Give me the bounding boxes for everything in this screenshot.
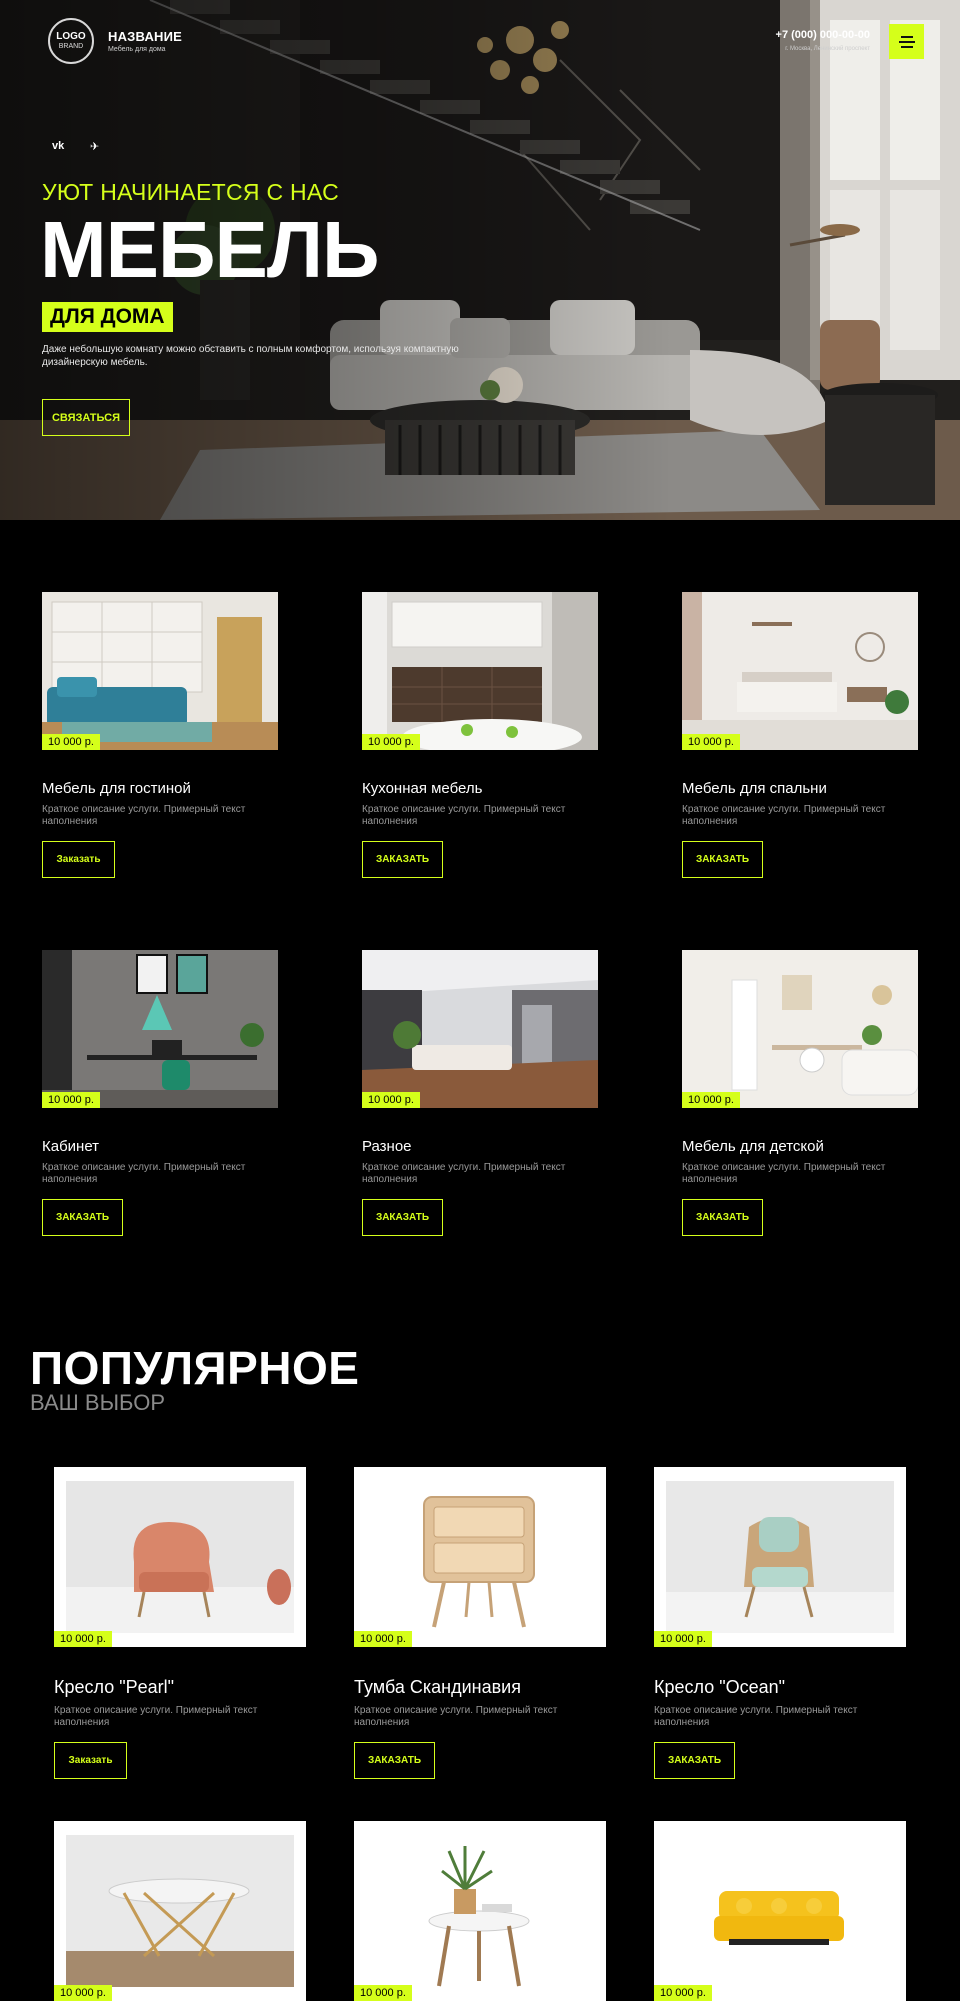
category-image-office[interactable]: 10 000 р. [42, 950, 278, 1108]
card-description: Краткое описание услуги. Примерный текст… [682, 804, 886, 827]
popular-section-subtitle: ВАШ ВЫБОР [30, 1390, 166, 1415]
category-card: 10 000 р. Мебель для гостиной Краткое оп… [42, 592, 278, 878]
product-card: 10 000 р. [354, 1821, 606, 2001]
product-image-side-table-plant[interactable]: 10 000 р. [354, 1821, 606, 2001]
card-title: Мебель для спальни [682, 780, 827, 797]
price-tag: 10 000 р. [654, 1985, 712, 2001]
address-text: г. Москва, Ленинский проспект [785, 46, 870, 52]
product-image-yellow-sofa[interactable]: 10 000 р. [654, 1821, 906, 2001]
card-title: Мебель для гостиной [42, 780, 191, 797]
price-tag: 10 000 р. [54, 1631, 112, 1647]
product-image-armchair-pearl[interactable]: 10 000 р. [54, 1467, 306, 1647]
contact-button[interactable]: СВЯЗАТЬСЯ [42, 399, 130, 436]
price-tag: 10 000 р. [42, 734, 100, 750]
card-description: Краткое описание услуги. Примерный текст… [42, 804, 246, 827]
price-tag: 10 000 р. [682, 1092, 740, 1108]
product-card: 10 000 р. [54, 1821, 306, 2001]
order-button[interactable]: ЗАКАЗАТЬ [354, 1742, 435, 1779]
category-card: 10 000 р. Кухонная мебель Краткое описан… [362, 592, 598, 878]
hero-title: МЕБЕЛЬ [40, 205, 379, 294]
logo-subtext: BRAND [58, 43, 84, 50]
order-button[interactable]: ЗАКАЗАТЬ [682, 841, 763, 878]
card-description: Краткое описание услуги. Примерный текст… [362, 804, 566, 827]
category-image-kids-room[interactable]: 10 000 р. [682, 950, 918, 1108]
category-image-kitchen[interactable]: 10 000 р. [362, 592, 598, 750]
price-tag: 10 000 р. [354, 1985, 412, 2001]
card-description: Краткое описание услуги. Примерный текст… [682, 1162, 886, 1185]
popular-section-title: ПОПУЛЯРНОЕ [30, 1342, 360, 1394]
order-button[interactable]: ЗАКАЗАТЬ [362, 841, 443, 878]
logo-text: LOGO [56, 31, 86, 42]
price-tag: 10 000 р. [362, 1092, 420, 1108]
brand-name: НАЗВАНИЕ [108, 29, 183, 44]
order-button[interactable]: ЗАКАЗАТЬ [682, 1199, 763, 1236]
price-tag: 10 000 р. [654, 1631, 712, 1647]
phone-number[interactable]: +7 (000) 000-00-00 [776, 29, 870, 41]
vk-icon[interactable]: vk [52, 140, 64, 152]
hero-description: Даже небольшую комнату можно обставить с… [42, 344, 459, 368]
telegram-icon[interactable]: ✈ [90, 140, 99, 153]
category-image-misc[interactable]: 10 000 р. [362, 950, 598, 1108]
hamburger-menu-icon[interactable] [889, 24, 924, 59]
hero-tagline: УЮТ НАЧИНАЕТСЯ С НАС [42, 179, 340, 205]
category-card: 10 000 р. Мебель для детской Краткое опи… [682, 950, 918, 1236]
card-title: Мебель для детской [682, 1138, 824, 1155]
product-description: Краткое описание услуги. Примерный текст… [654, 1705, 858, 1728]
order-button[interactable]: ЗАКАЗАТЬ [362, 1199, 443, 1236]
card-title: Разное [362, 1138, 412, 1155]
card-description: Краткое описание услуги. Примерный текст… [42, 1162, 246, 1185]
category-card: 10 000 р. Разное Краткое описание услуги… [362, 950, 598, 1236]
product-title: Кресло "Ocean" [654, 1677, 786, 1697]
product-card: 10 000 р. [654, 1821, 906, 2001]
price-tag: 10 000 р. [42, 1092, 100, 1108]
category-card: 10 000 р. Мебель для спальни Краткое опи… [682, 592, 918, 878]
product-image-nightstand[interactable]: 10 000 р. [354, 1467, 606, 1647]
order-button[interactable]: ЗАКАЗАТЬ [42, 1199, 123, 1236]
card-description: Краткое описание услуги. Примерный текст… [362, 1162, 566, 1185]
order-button[interactable]: ЗАКАЗАТЬ [654, 1742, 735, 1779]
hero-section: LOGO BRAND НАЗВАНИЕ Мебель для дома +7 (… [0, 0, 960, 520]
category-card: 10 000 р. Кабинет Краткое описание услуг… [42, 950, 278, 1236]
category-image-living-room[interactable]: 10 000 р. [42, 592, 278, 750]
price-tag: 10 000 р. [682, 734, 740, 750]
brand-logo[interactable]: LOGO BRAND [48, 18, 94, 64]
price-tag: 10 000 р. [362, 734, 420, 750]
price-tag: 10 000 р. [54, 1985, 112, 2001]
product-image-coffee-table[interactable]: 10 000 р. [54, 1821, 306, 2001]
price-tag: 10 000 р. [354, 1631, 412, 1647]
hero-badge: ДЛЯ ДОМА [42, 302, 173, 332]
card-title: Кухонная мебель [362, 780, 483, 797]
product-title: Тумба Скандинавия [354, 1677, 521, 1697]
brand-subtitle: Мебель для дома [108, 46, 166, 53]
product-card: 10 000 р. Тумба Скандинавия Краткое опис… [354, 1467, 606, 1779]
product-card: 10 000 р. Кресло "Pearl" Краткое описани… [54, 1467, 306, 1779]
order-button[interactable]: Заказать [54, 1742, 127, 1779]
category-image-bedroom[interactable]: 10 000 р. [682, 592, 918, 750]
product-description: Краткое описание услуги. Примерный текст… [54, 1705, 258, 1728]
product-card: 10 000 р. Кресло "Ocean" Краткое описани… [654, 1467, 906, 1779]
card-title: Кабинет [42, 1138, 100, 1155]
order-button[interactable]: Заказать [42, 841, 115, 878]
product-title: Кресло "Pearl" [54, 1677, 175, 1697]
product-image-armchair-ocean[interactable]: 10 000 р. [654, 1467, 906, 1647]
product-description: Краткое описание услуги. Примерный текст… [354, 1705, 558, 1728]
